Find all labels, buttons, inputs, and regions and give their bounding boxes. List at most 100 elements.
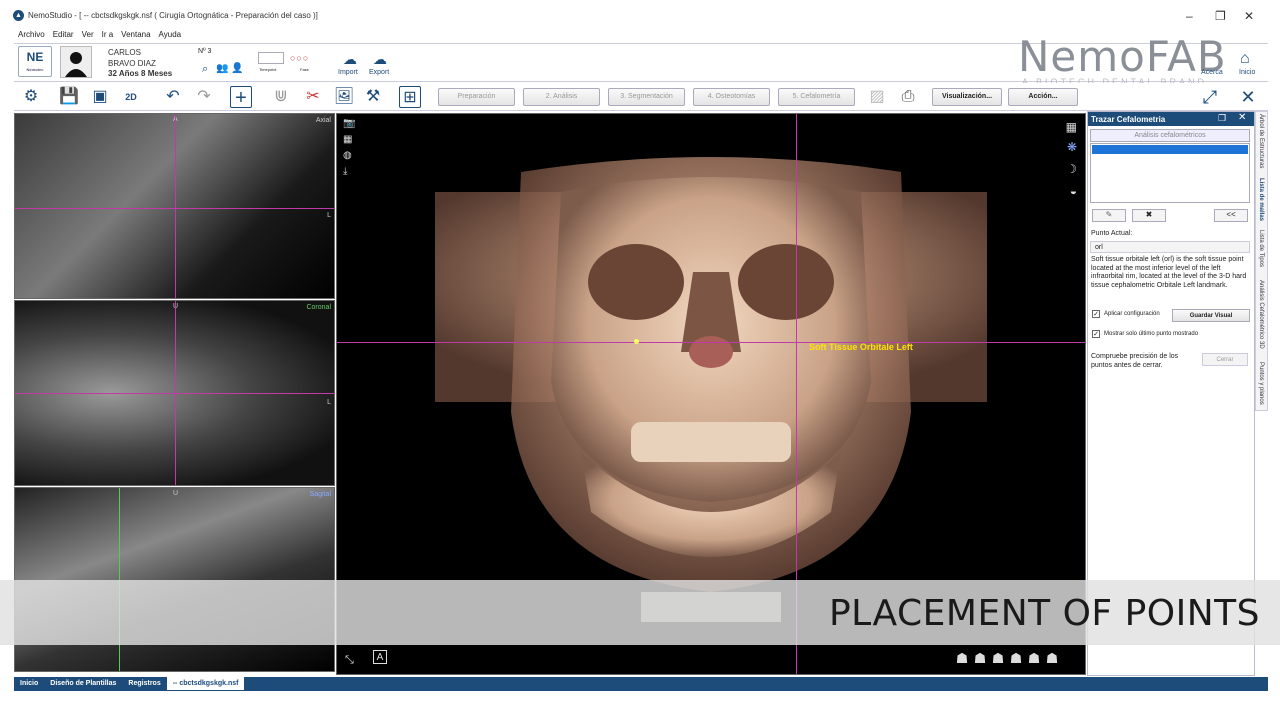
accion-button[interactable]: Acción... <box>1008 88 1078 106</box>
add-user-icon[interactable]: 👤 <box>231 63 243 74</box>
delete-x-icon[interactable]: ✖ <box>1132 209 1166 222</box>
menu-ira[interactable]: Ir a <box>98 30 118 39</box>
minimize-button[interactable]: – <box>1186 9 1193 23</box>
axial-viewport[interactable]: Axial A L <box>14 113 335 299</box>
print-icon[interactable]: ⎙ <box>897 86 919 108</box>
close-window-button[interactable]: ✕ <box>1244 9 1254 23</box>
axial-marker-l: L <box>327 212 331 219</box>
tab-lista-mallas[interactable]: Lista de mallas <box>1258 178 1264 221</box>
camera-icon[interactable]: 📷 <box>343 118 355 129</box>
collapse-icon[interactable]: ⤡ <box>345 654 354 667</box>
timepoint-box[interactable] <box>258 52 284 64</box>
head-top-icon[interactable]: ☗ <box>1007 650 1025 667</box>
cut-tool-icon[interactable]: ✂ <box>302 86 324 108</box>
phase-dots-icon[interactable]: ○○○ <box>290 53 309 63</box>
brain-icon[interactable]: ❋ <box>1067 140 1077 154</box>
acerca-button[interactable]: Acerca <box>1201 69 1223 76</box>
maximize-button[interactable]: ❐ <box>1215 9 1226 23</box>
coronal-viewport[interactable]: Coronal U L <box>14 300 335 486</box>
apply-config-checkbox[interactable]: ✓ <box>1092 310 1100 318</box>
menu-editar[interactable]: Editar <box>49 30 78 39</box>
tab-lista-tipos[interactable]: Lista de Tipos <box>1258 230 1264 267</box>
landmark-label: Soft Tissue Orbitale Left <box>809 342 913 352</box>
home-icon[interactable]: ⌂ <box>1240 50 1250 68</box>
expand-icon[interactable]: ⤢ <box>1199 86 1221 108</box>
analysis-list-selected[interactable] <box>1092 145 1248 154</box>
undo-icon[interactable]: ↶ <box>162 86 184 108</box>
menu-archivo[interactable]: Archivo <box>14 30 49 39</box>
close-case-icon[interactable]: ✕ <box>1237 86 1259 108</box>
analysis-select-button[interactable]: Análisis cefalométricos <box>1090 129 1250 142</box>
download-icon[interactable]: ⤓ <box>343 166 347 177</box>
inicio-button[interactable]: Inicio <box>1239 69 1255 76</box>
cloud-export-icon[interactable]: ☁ <box>373 51 387 68</box>
annotation-toggle-icon[interactable]: A <box>373 650 387 664</box>
head-bottom-icon[interactable]: ☗ <box>1025 650 1043 667</box>
export-button[interactable]: Export <box>369 69 389 76</box>
cloud-import-icon[interactable]: ☁ <box>343 51 357 68</box>
step-preparacion[interactable]: Preparación <box>438 88 515 106</box>
sagital-label: Sagital <box>309 491 331 498</box>
tab-analisis-3d[interactable]: Análisis Cefalométrico 3D <box>1258 280 1264 349</box>
jaw-tool-icon[interactable]: ⚒ <box>362 86 384 108</box>
current-point-field[interactable]: orl <box>1090 241 1250 253</box>
doc-tab-current-file[interactable]: -- cbctsdkgskgk.nsf <box>166 677 245 690</box>
profile-icon[interactable]: ☽ <box>1066 162 1077 176</box>
doc-tab-inicio[interactable]: Inicio <box>14 677 44 690</box>
avatar[interactable] <box>60 46 92 78</box>
teeth-icon[interactable]: ⋓ <box>270 86 292 108</box>
visualizacion-button[interactable]: Visualización... <box>932 88 1002 106</box>
nemotec-logo[interactable]: NE Nemotec <box>18 46 52 77</box>
3d-h-line[interactable] <box>337 342 1085 343</box>
step-osteotomias[interactable]: 4. Osteotomías <box>693 88 770 106</box>
image-icon[interactable]: 🖼 <box>333 86 355 108</box>
import-button[interactable]: Import <box>338 69 358 76</box>
app-logo-icon: ▲ <box>13 10 24 21</box>
step-segmentacion[interactable]: 3. Segmentación <box>608 88 685 106</box>
step-cefalometria[interactable]: 5. Cefalometría <box>778 88 855 106</box>
step-analisis[interactable]: 2. Análisis <box>523 88 600 106</box>
close-panel-button[interactable]: Cerrar <box>1202 353 1248 366</box>
tab-puntos-planos[interactable]: Puntos y planos <box>1258 362 1264 405</box>
menu-ayuda[interactable]: Ayuda <box>155 30 186 39</box>
photo-placeholder-icon[interactable]: ▨ <box>866 86 888 108</box>
menu-ventana[interactable]: Ventana <box>117 30 154 39</box>
frame-icon[interactable]: ▣ <box>89 86 111 108</box>
settings-gear-icon[interactable]: ⚙ <box>20 86 42 108</box>
head-left-icon[interactable]: ☗ <box>953 650 971 667</box>
menu-ver[interactable]: Ver <box>78 30 98 39</box>
sagital-marker-u: U <box>173 490 179 497</box>
show-last-checkbox[interactable]: ✓ <box>1092 330 1100 338</box>
search-icon[interactable]: ⌕ <box>202 63 208 76</box>
save-visual-button[interactable]: Guardar Visual <box>1172 309 1250 322</box>
tab-arbol-estructuras[interactable]: Árbol de Estructuras <box>1258 114 1264 168</box>
title-bar: ▲ NemoStudio - [ -- cbctsdkgskgk.nsf ( C… <box>0 0 1280 30</box>
doc-tab-registros[interactable]: Registros <box>122 677 166 690</box>
coronal-v-line[interactable] <box>175 301 176 485</box>
jaw-icon[interactable]: ◒ <box>1070 184 1077 198</box>
back-button[interactable]: << <box>1214 209 1248 222</box>
picture-icon[interactable]: ▦ <box>343 134 352 145</box>
landmark-point[interactable] <box>634 339 639 344</box>
layout-grid-icon[interactable]: ⊞ <box>399 86 421 108</box>
crosshair-tool-icon[interactable]: + <box>230 86 252 109</box>
head-right-icon[interactable]: ☗ <box>989 650 1007 667</box>
2d-view-icon[interactable]: 2D <box>120 86 142 108</box>
doc-tab-plantillas[interactable]: Diseño de Plantillas <box>44 677 122 690</box>
globe-icon[interactable]: ◍ <box>343 150 352 161</box>
phase-label: Fase <box>300 67 309 72</box>
panel-close-icon[interactable]: ✕ <box>1238 112 1246 123</box>
users-icon[interactable]: 👥 <box>216 63 228 74</box>
analysis-list[interactable] <box>1090 143 1250 203</box>
caption-banner: PLACEMENT OF POINTS <box>0 580 1280 645</box>
skull-3d-model[interactable] <box>431 152 991 622</box>
edit-pencil-icon[interactable]: ✎ <box>1092 209 1126 222</box>
panel-restore-icon[interactable]: ❐ <box>1218 113 1226 124</box>
redo-icon[interactable]: ↷ <box>193 86 215 108</box>
axial-label: Axial <box>315 117 331 124</box>
save-icon[interactable]: 💾 <box>58 86 80 108</box>
head-back-icon[interactable]: ☗ <box>1043 650 1061 667</box>
head-front-icon[interactable]: ☗ <box>971 650 989 667</box>
axial-v-line[interactable] <box>175 114 176 298</box>
mesh-grid-icon[interactable]: ▦ <box>1066 120 1077 134</box>
